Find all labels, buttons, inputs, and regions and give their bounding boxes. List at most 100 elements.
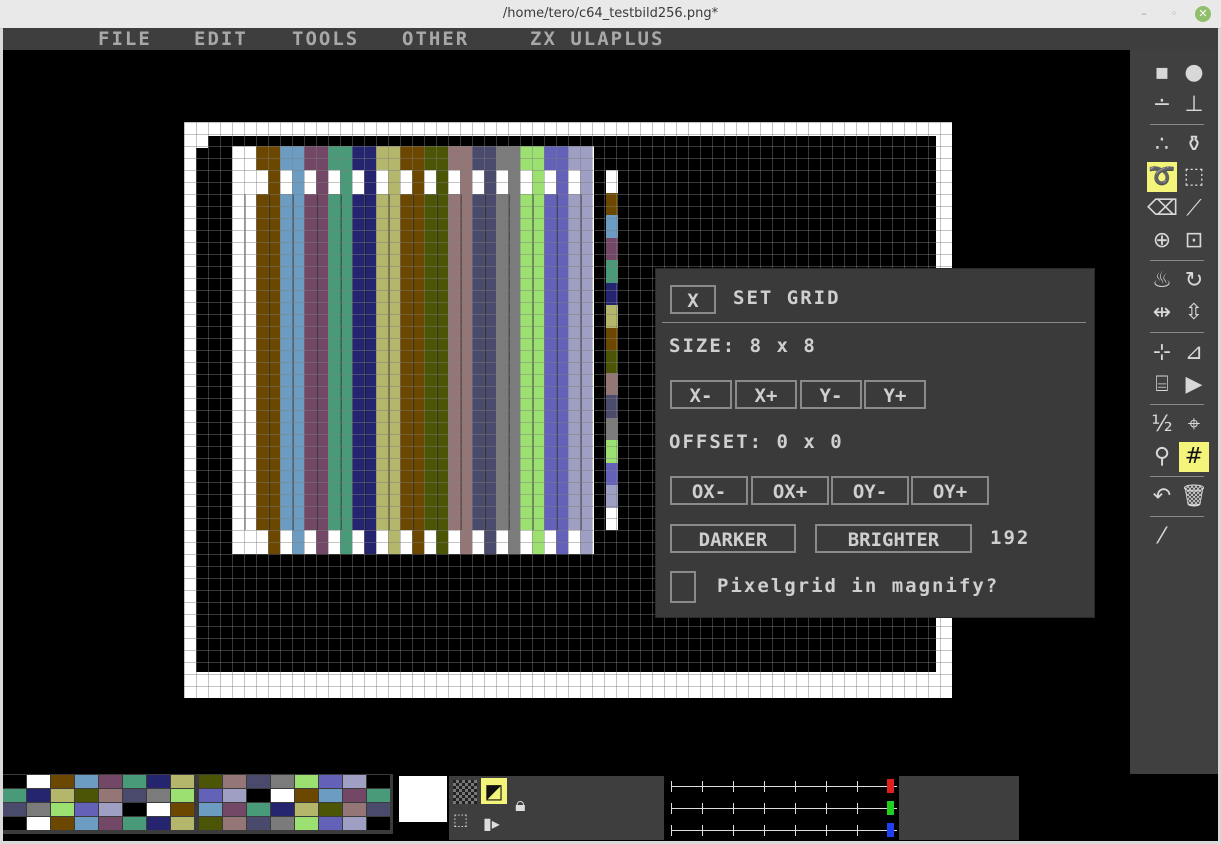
mirror-x-icon[interactable]: ⊹ bbox=[1147, 338, 1177, 368]
palette-swatch[interactable] bbox=[99, 789, 122, 802]
palette-swatch[interactable] bbox=[3, 789, 26, 802]
palette-swatch[interactable] bbox=[319, 817, 342, 830]
pixelgrid-magnify-checkbox[interactable] bbox=[670, 571, 696, 603]
palette-swatch[interactable] bbox=[27, 789, 50, 802]
offset-x-minus-button[interactable]: OX- bbox=[670, 476, 748, 505]
palette-swatch[interactable] bbox=[295, 789, 318, 802]
palette-swatch[interactable] bbox=[247, 775, 270, 788]
minimize-button[interactable]: – bbox=[1136, 6, 1152, 22]
pixel-icon[interactable]: ▪ bbox=[1147, 58, 1177, 88]
palette-swatch[interactable] bbox=[171, 803, 194, 816]
palette-swatch[interactable] bbox=[99, 775, 122, 788]
palette-swatch[interactable] bbox=[319, 789, 342, 802]
palette-swatch[interactable] bbox=[367, 789, 390, 802]
palette-swatch[interactable] bbox=[271, 775, 294, 788]
palette-swatch[interactable] bbox=[223, 775, 246, 788]
slider-knob-red[interactable] bbox=[887, 779, 894, 793]
eyedropper-icon[interactable]: ⁄ bbox=[1147, 522, 1177, 552]
palette-swatch[interactable] bbox=[271, 803, 294, 816]
palette-swatch[interactable] bbox=[99, 817, 122, 830]
palette-swatch[interactable] bbox=[247, 789, 270, 802]
palette-swatch[interactable] bbox=[343, 789, 366, 802]
palette-swatch[interactable] bbox=[171, 775, 194, 788]
menu-file[interactable]: FILE bbox=[98, 28, 152, 50]
palette-swatch[interactable] bbox=[223, 817, 246, 830]
mirror-y-icon[interactable]: ⊿ bbox=[1179, 338, 1209, 368]
palette-swatch[interactable] bbox=[75, 803, 98, 816]
undo-icon[interactable]: ↶ bbox=[1147, 482, 1177, 512]
palette-swatch[interactable] bbox=[343, 775, 366, 788]
palette-swatch[interactable] bbox=[75, 789, 98, 802]
palette-swatch[interactable] bbox=[343, 817, 366, 830]
palette-swatch[interactable] bbox=[147, 817, 170, 830]
palette-swatch[interactable] bbox=[99, 803, 122, 816]
circle-icon[interactable]: ⊕ bbox=[1147, 226, 1177, 256]
magnify-icon[interactable]: ⚲ bbox=[1147, 442, 1177, 472]
palette-swatch[interactable] bbox=[199, 789, 222, 802]
grid-icon[interactable]: # bbox=[1179, 442, 1209, 472]
slider-green[interactable] bbox=[671, 801, 897, 815]
palette-swatch[interactable] bbox=[3, 817, 26, 830]
palette-swatch[interactable] bbox=[295, 775, 318, 788]
maximize-button[interactable]: ◦ bbox=[1166, 6, 1182, 22]
palette-swatch[interactable] bbox=[271, 789, 294, 802]
palette-swatch[interactable] bbox=[367, 803, 390, 816]
rotate-icon[interactable]: ↻ bbox=[1179, 266, 1209, 296]
grid-x-plus-button[interactable]: X+ bbox=[735, 380, 797, 409]
palette-swatch[interactable] bbox=[123, 789, 146, 802]
fill-icon[interactable]: ♨ bbox=[1147, 266, 1177, 296]
lasso-icon[interactable]: ➰ bbox=[1147, 162, 1177, 192]
palette-swatch[interactable] bbox=[199, 817, 222, 830]
palette-swatch[interactable] bbox=[27, 817, 50, 830]
palette-swatch[interactable] bbox=[319, 775, 342, 788]
offset-x-plus-button[interactable]: OX+ bbox=[751, 476, 829, 505]
palette-swatch[interactable] bbox=[223, 803, 246, 816]
color-palette[interactable] bbox=[3, 774, 393, 834]
palette-swatch[interactable] bbox=[51, 817, 74, 830]
line-icon[interactable]: ∸ bbox=[1147, 90, 1177, 120]
palette-swatch[interactable] bbox=[367, 817, 390, 830]
magic-wand-icon[interactable]: ⟋ bbox=[1179, 194, 1209, 224]
slider-blue[interactable] bbox=[671, 823, 897, 837]
pattern-icon[interactable] bbox=[453, 780, 477, 804]
palette-swatch[interactable] bbox=[343, 803, 366, 816]
palette-swatch[interactable] bbox=[3, 775, 26, 788]
palette-swatch[interactable] bbox=[75, 775, 98, 788]
palette-swatch[interactable] bbox=[147, 803, 170, 816]
palette-swatch[interactable] bbox=[51, 775, 74, 788]
dialog-close-button[interactable]: X bbox=[670, 285, 716, 314]
play-icon[interactable]: ▶ bbox=[1179, 370, 1209, 400]
trash-icon[interactable]: 🗑︎ bbox=[1179, 482, 1209, 512]
palette-swatch[interactable] bbox=[27, 775, 50, 788]
menu-other[interactable]: OTHER bbox=[402, 28, 469, 50]
rect-select-icon[interactable]: ⬚ bbox=[1179, 162, 1209, 192]
palette-swatch[interactable] bbox=[247, 817, 270, 830]
slider-red[interactable] bbox=[671, 779, 897, 793]
crosshair-icon[interactable]: ⌖ bbox=[1179, 410, 1209, 440]
current-color-swatch[interactable] bbox=[399, 776, 447, 822]
fill-spray-icon[interactable]: ⚱ bbox=[1179, 130, 1209, 160]
palette-swatch[interactable] bbox=[3, 803, 26, 816]
menu-zx-ulaplus[interactable]: ZX ULAPLUS bbox=[530, 28, 664, 50]
palette-swatch[interactable] bbox=[171, 789, 194, 802]
palette-swatch[interactable] bbox=[171, 817, 194, 830]
palette-swatch[interactable] bbox=[51, 803, 74, 816]
slider-knob-blue[interactable] bbox=[887, 823, 894, 837]
resize-icon[interactable]: ⊡ bbox=[1179, 226, 1209, 256]
palette-swatch[interactable] bbox=[123, 817, 146, 830]
stamp-icon[interactable]: ⊥ bbox=[1179, 90, 1209, 120]
brighter-button[interactable]: BRIGHTER bbox=[815, 524, 972, 553]
spray-icon[interactable]: ∴ bbox=[1147, 130, 1177, 160]
menu-tools[interactable]: TOOLS bbox=[292, 28, 359, 50]
flip-h-icon[interactable]: ⇹ bbox=[1147, 298, 1177, 328]
lock-icon[interactable]: 🔒︎ bbox=[515, 792, 541, 818]
palette-swatch[interactable] bbox=[271, 817, 294, 830]
darker-button[interactable]: DARKER bbox=[670, 524, 796, 553]
palette-swatch[interactable] bbox=[123, 775, 146, 788]
grid-x-minus-button[interactable]: X- bbox=[670, 380, 732, 409]
slider-knob-green[interactable] bbox=[887, 801, 894, 815]
swap-colors-icon[interactable]: ▮▸ bbox=[483, 814, 509, 834]
palette-swatch[interactable] bbox=[27, 803, 50, 816]
brush-mode-icon[interactable]: ◩ bbox=[481, 778, 507, 804]
close-window-button[interactable]: ✕ bbox=[1195, 6, 1211, 22]
